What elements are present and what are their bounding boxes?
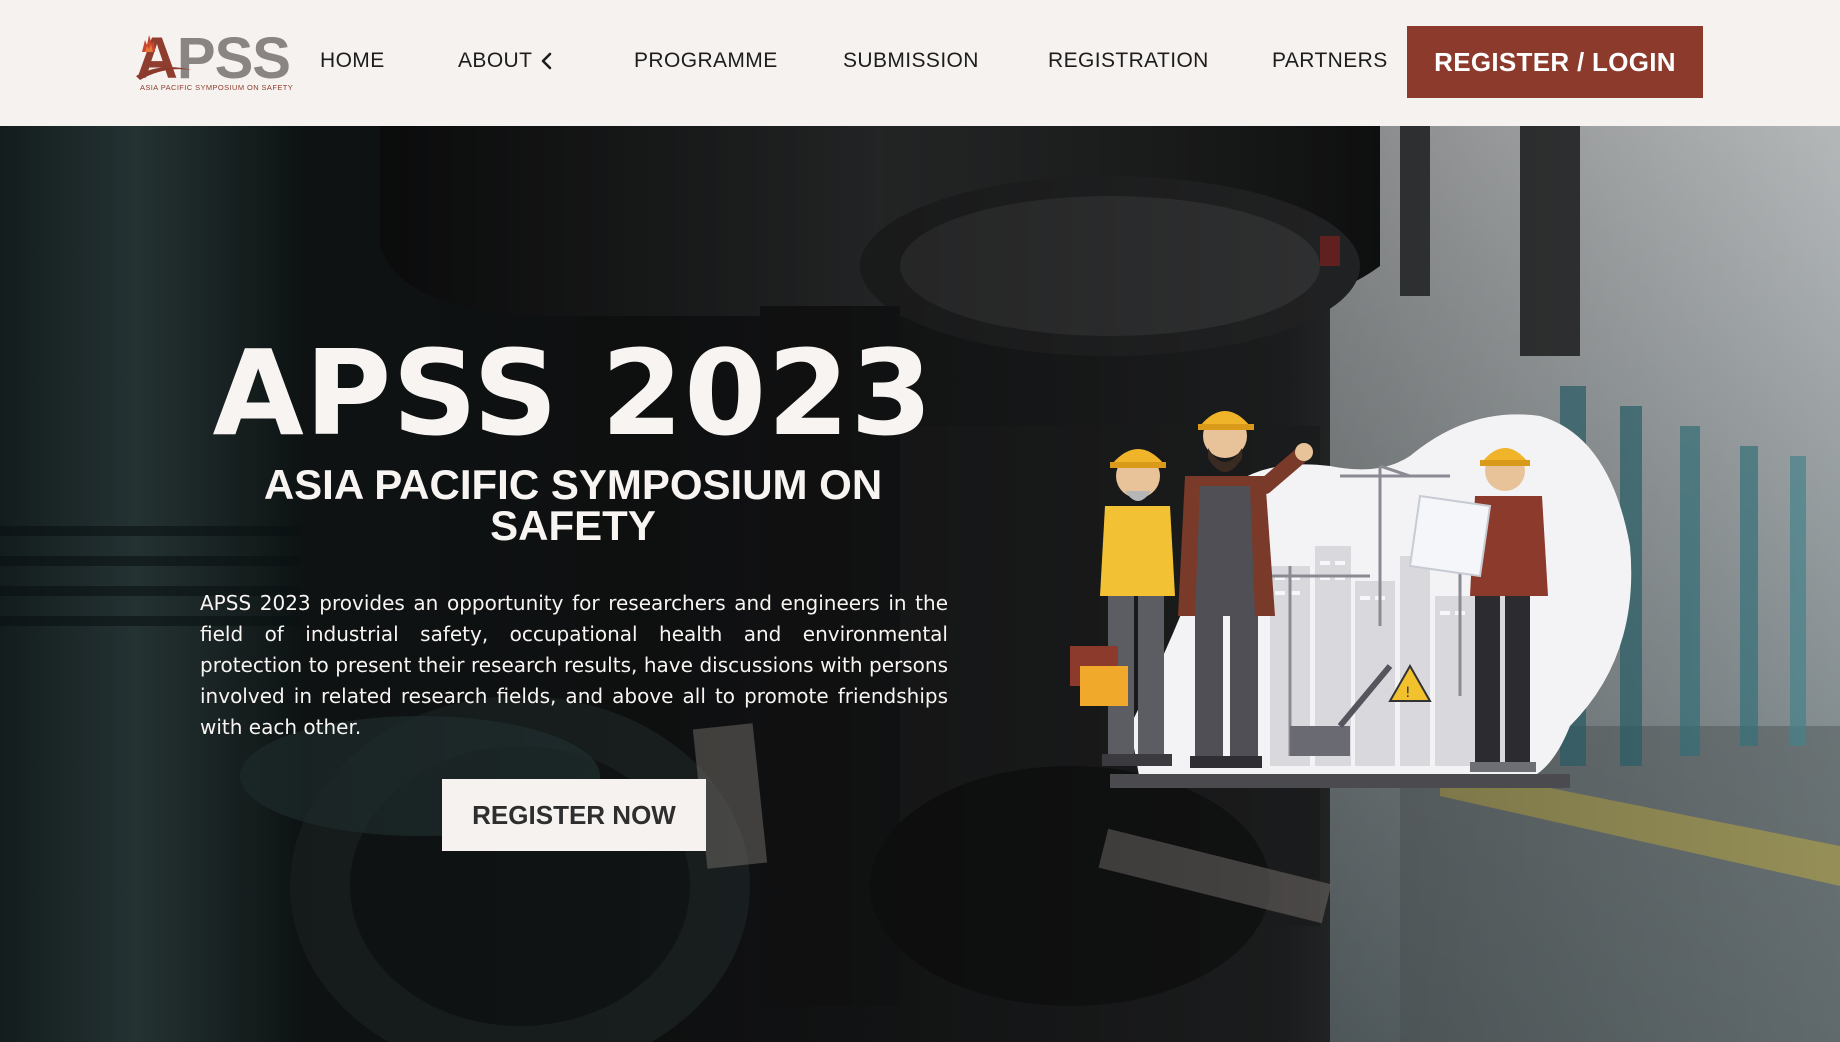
top-navbar: APSS ASIA PACIFIC SYMPOSIUM ON SAFETY HO… (0, 0, 1840, 126)
nav-submission[interactable]: SUBMISSION (843, 48, 979, 74)
register-now-button[interactable]: REGISTER NOW (442, 779, 706, 851)
swoosh-icon (136, 67, 192, 80)
hero-subtitle: ASIA PACIFIC SYMPOSIUM ON SAFETY (263, 461, 883, 549)
nav-about[interactable]: ABOUT (458, 48, 532, 74)
flame-icon (142, 35, 155, 52)
chevron-left-icon[interactable] (538, 50, 556, 72)
nav-registration[interactable]: REGISTRATION (1048, 48, 1209, 74)
apss-logo[interactable]: APSS ASIA PACIFIC SYMPOSIUM ON SAFETY (136, 30, 294, 94)
nav-partners[interactable]: PARTNERS (1272, 48, 1388, 74)
register-login-button[interactable]: REGISTER / LOGIN (1407, 26, 1703, 98)
svg-text:!: ! (1405, 685, 1411, 701)
construction-workers-illustration: ! (1070, 411, 1632, 788)
nav-home[interactable]: HOME (320, 48, 385, 74)
logo-tagline: ASIA PACIFIC SYMPOSIUM ON SAFETY (140, 83, 294, 92)
hero-section: APSS 2023 ASIA PACIFIC SYMPOSIUM ON SAFE… (0, 126, 1840, 1042)
hero-title: APSS 2023 (212, 324, 934, 462)
hero-description: APSS 2023 provides an opportunity for re… (200, 591, 948, 739)
nav-programme[interactable]: PROGRAMME (634, 48, 778, 74)
